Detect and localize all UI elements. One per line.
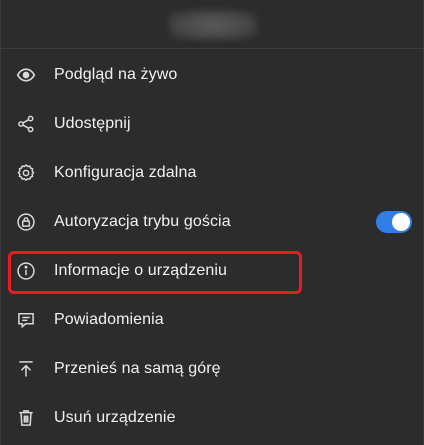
menu-item-label: Konfiguracja zdalna — [54, 163, 197, 181]
menu-item-label: Przenieś na samą górę — [54, 359, 221, 377]
sheet-header — [1, 0, 423, 49]
menu-item-label: Autoryzacja trybu gościa — [54, 212, 231, 230]
menu-item-label: Udostępnij — [54, 114, 131, 132]
menu-item-share[interactable]: Udostępnij — [1, 99, 423, 148]
menu-item-label: Usuń urządzenie — [54, 408, 176, 426]
menu-item-device-info[interactable]: Informacje o urządzeniu — [1, 246, 423, 295]
menu-item-delete-device[interactable]: Usuń urządzenie — [1, 393, 423, 442]
guest-auth-toggle[interactable] — [376, 210, 412, 233]
menu-item-guest-auth[interactable]: Autoryzacja trybu gościa — [1, 197, 423, 246]
menu-item-notifications[interactable]: Powiadomienia — [1, 295, 423, 344]
info-icon — [15, 260, 37, 282]
menu-item-label: Podgląd na żywo — [54, 65, 178, 83]
lock-icon — [15, 211, 37, 233]
trash-icon — [15, 407, 37, 429]
message-icon — [15, 309, 37, 331]
menu-item-label: Informacje o urządzeniu — [54, 261, 228, 279]
toggle-knob — [392, 212, 410, 231]
device-actions-sheet: Podgląd na żywo Udostępnij Konfiguracja … — [0, 0, 424, 445]
share-icon — [15, 113, 37, 135]
menu-item-label: Powiadomienia — [54, 310, 164, 328]
menu-item-live-preview[interactable]: Podgląd na żywo — [1, 50, 423, 99]
move-to-top-icon — [15, 358, 37, 380]
eye-icon — [15, 64, 37, 86]
device-name-redacted — [169, 10, 257, 40]
gear-icon — [15, 162, 37, 184]
device-actions-menu: Podgląd na żywo Udostępnij Konfiguracja … — [1, 50, 423, 442]
menu-item-move-top[interactable]: Przenieś na samą górę — [1, 344, 423, 393]
menu-item-remote-config[interactable]: Konfiguracja zdalna — [1, 148, 423, 197]
